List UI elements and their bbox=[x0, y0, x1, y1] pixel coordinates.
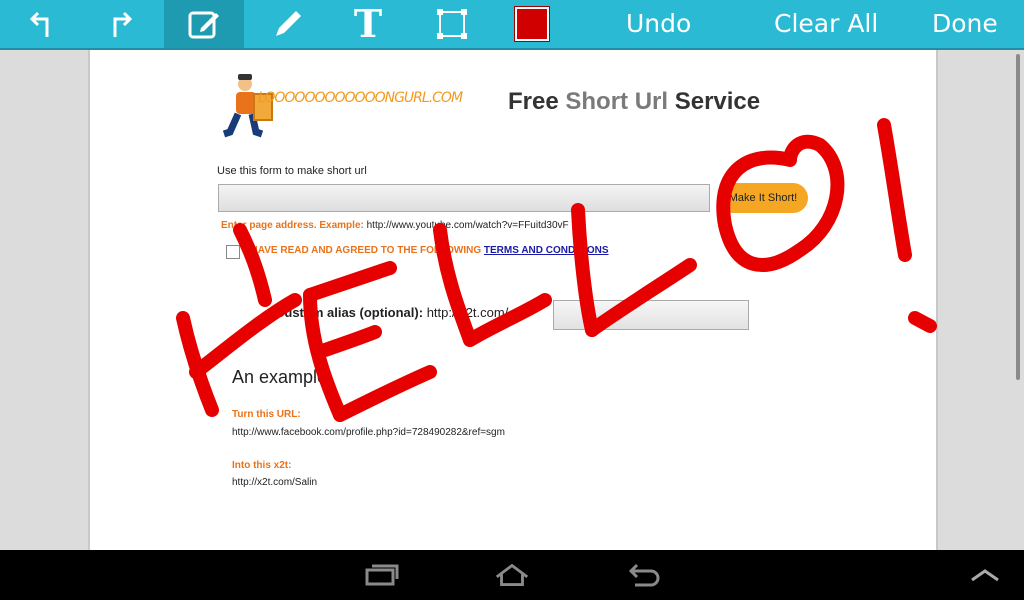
turn-right-icon[interactable] bbox=[100, 0, 144, 48]
alias-input[interactable] bbox=[553, 300, 749, 330]
hint-example: http://www.youtube.com/watch?v=FFuitd30v… bbox=[366, 220, 569, 231]
recent-apps-icon[interactable] bbox=[362, 558, 402, 592]
alias-label-text: Custom alias (optional): bbox=[275, 305, 424, 320]
alias-label: Custom alias (optional): http://x2t.com/ bbox=[275, 305, 508, 320]
annotation-toolbar: T Undo Clear All Done bbox=[0, 0, 1024, 50]
done-button[interactable]: Done bbox=[932, 0, 998, 48]
hint-label: Enter page address. Example: bbox=[221, 220, 364, 231]
terms-agreement: I HAVE READ AND AGREED TO THE FOLLOWING … bbox=[245, 245, 609, 256]
pencil-icon[interactable] bbox=[266, 0, 310, 48]
title-prefix: Free bbox=[508, 88, 559, 115]
turn-url-value: http://www.facebook.com/profile.php?id=7… bbox=[232, 427, 505, 438]
home-icon[interactable] bbox=[492, 558, 532, 592]
color-picker-button[interactable] bbox=[512, 0, 552, 48]
make-short-button[interactable]: Make It Short! bbox=[718, 183, 808, 213]
canvas-area[interactable]: LOOOOOOOOOOOONGURL.COM Free Short Url Se… bbox=[0, 50, 1024, 550]
url-input[interactable] bbox=[218, 184, 710, 212]
terms-link[interactable]: TERMS AND CONDITIONS bbox=[484, 245, 609, 256]
webpage-capture: LOOOOOOOOOOOONGURL.COM Free Short Url Se… bbox=[88, 50, 938, 550]
url-hint: Enter page address. Example: http://www.… bbox=[221, 220, 569, 231]
agree-text: I HAVE READ AND AGREED TO THE FOLLOWING bbox=[245, 245, 482, 256]
logo-text: LOOOOOOOOOOOONGURL.COM bbox=[258, 90, 463, 106]
edit-square-icon[interactable] bbox=[164, 0, 244, 48]
into-x2t-value: http://x2t.com/Salin bbox=[232, 477, 318, 488]
system-navbar bbox=[0, 550, 1024, 600]
menu-up-icon[interactable] bbox=[965, 558, 1005, 592]
logo-mascot-icon bbox=[222, 74, 273, 138]
turn-left-icon[interactable] bbox=[18, 0, 62, 48]
back-icon[interactable] bbox=[622, 558, 662, 592]
page-title: Free Short Url Service bbox=[508, 88, 760, 116]
into-x2t-label: Into this x2t: bbox=[232, 460, 292, 471]
scrollbar[interactable] bbox=[1016, 54, 1020, 380]
text-icon[interactable]: T bbox=[346, 0, 390, 48]
terms-checkbox[interactable] bbox=[226, 245, 240, 259]
form-label: Use this form to make short url bbox=[217, 165, 367, 177]
pen-color-swatch bbox=[515, 7, 549, 41]
title-accent: Short Url bbox=[565, 88, 669, 115]
title-suffix: Service bbox=[674, 88, 761, 115]
clear-all-button[interactable]: Clear All bbox=[774, 0, 878, 48]
crop-frame-icon[interactable] bbox=[430, 0, 474, 48]
alias-prefix: http://x2t.com/ bbox=[426, 305, 509, 320]
undo-button[interactable]: Undo bbox=[626, 0, 691, 48]
example-heading: An example bbox=[232, 367, 328, 387]
turn-url-label: Turn this URL: bbox=[232, 409, 301, 420]
site-logo: LOOOOOOOOOOOONGURL.COM bbox=[220, 72, 463, 142]
